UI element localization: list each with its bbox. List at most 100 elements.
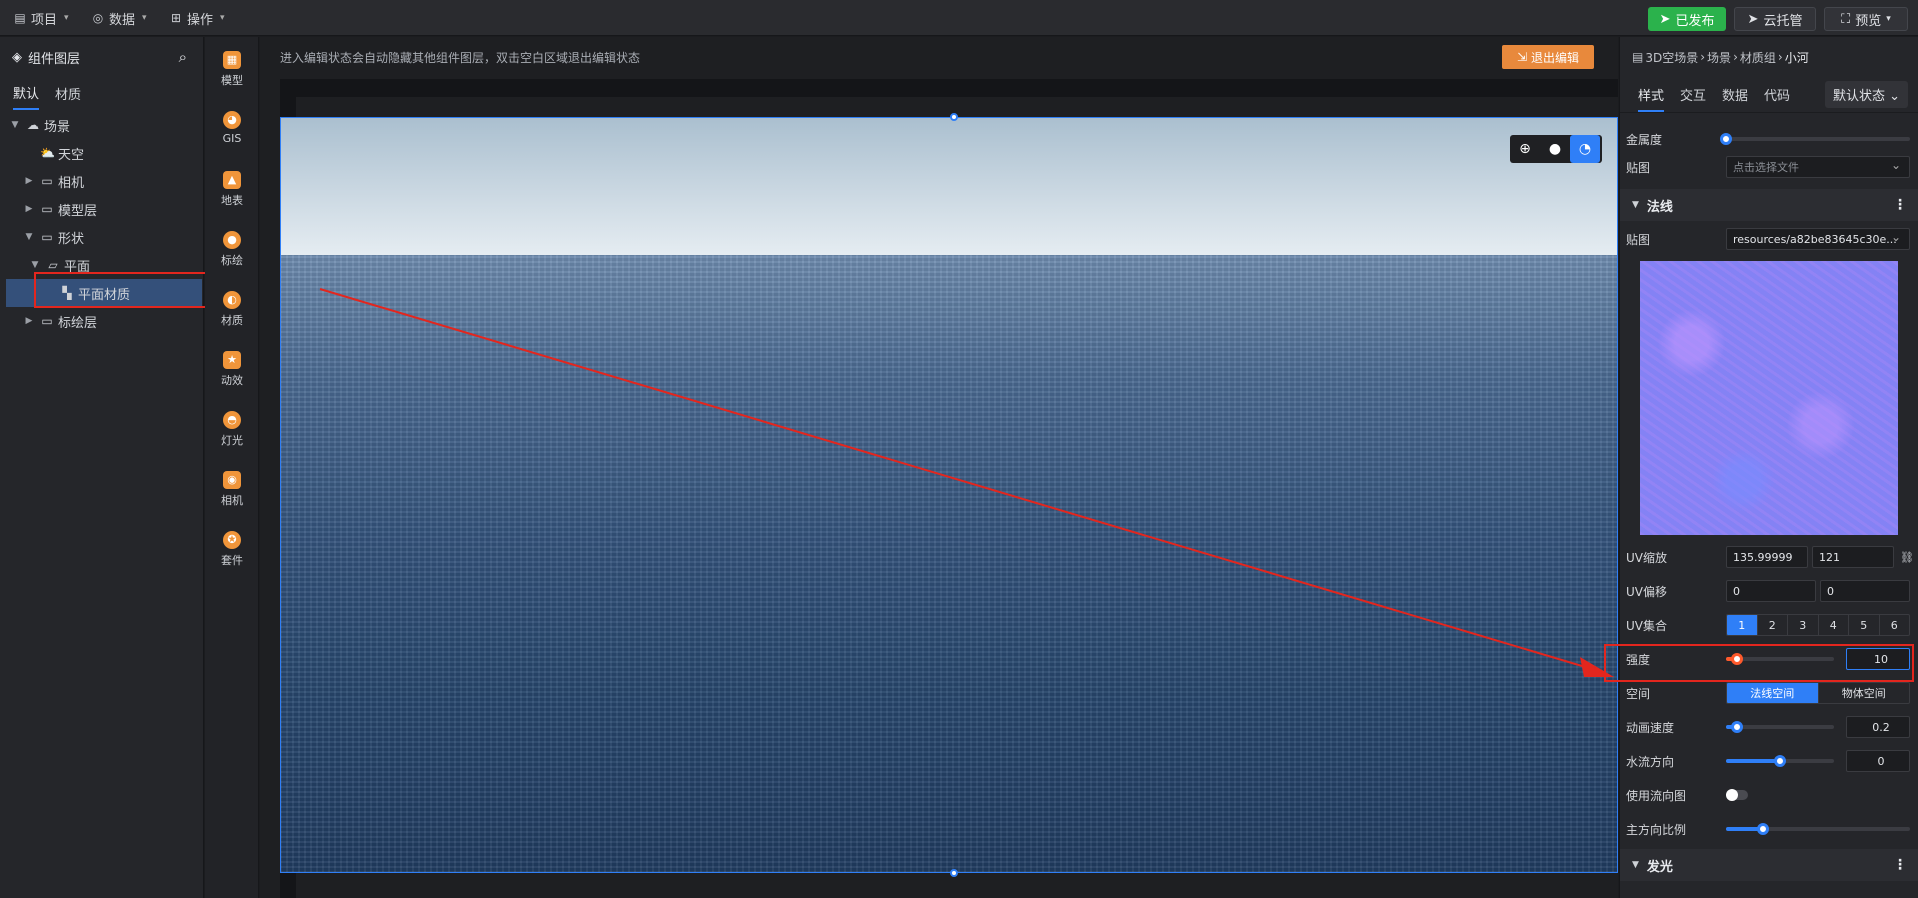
tool-terrain[interactable]: ▲ 地表: [205, 171, 259, 208]
tool-model[interactable]: ▦ 模型: [205, 51, 259, 88]
uv-offset-row: UV偏移 0 0: [1620, 577, 1918, 605]
normal-texture-row: 贴图 resources/a82be83645c30e...: [1620, 225, 1918, 253]
anim-speed-row: 动画速度 0.2: [1620, 713, 1918, 741]
more-icon[interactable]: ⋮: [1893, 197, 1907, 213]
tab-style[interactable]: 样式: [1638, 85, 1665, 112]
tree-item-camera[interactable]: ▶ ▭ 相机: [0, 167, 203, 195]
published-button[interactable]: ➤ 已发布: [1648, 7, 1726, 31]
normal-space-option[interactable]: 法线空间: [1727, 683, 1819, 703]
inspector-tabs: 样式 交互 数据 代码 默认状态 ⌄: [1620, 77, 1918, 113]
checker-icon: ▚: [62, 286, 72, 300]
tool-camera[interactable]: ◉ 相机: [205, 471, 259, 508]
flow-direction-slider[interactable]: [1726, 755, 1834, 767]
tree-item-plane-material[interactable]: ▚ 平面材质: [6, 279, 202, 307]
globe-icon[interactable]: ⊕: [1510, 135, 1540, 163]
resize-handle-bottom[interactable]: [950, 869, 958, 877]
main-ratio-row: 主方向比例: [1620, 815, 1918, 843]
caret-down-icon[interactable]: ▼: [10, 120, 20, 130]
tool-plot[interactable]: ● 标绘: [205, 231, 259, 268]
caret-right-icon[interactable]: ▶: [24, 176, 34, 186]
sun-cloud-icon: ⛅: [40, 146, 55, 160]
tool-kit[interactable]: ✪ 套件: [205, 531, 259, 568]
metalness-slider[interactable]: [1720, 133, 1910, 145]
kit-icon: ✪: [223, 531, 241, 549]
tool-column: ▦ 模型 ◕ GIS ▲ 地表 ● 标绘 ◐ 材质 ★ 动效 ◓ 灯光 ◉ 相机 ✪ 套件: [205, 37, 259, 898]
texture-select[interactable]: 点击选择文件: [1726, 156, 1910, 178]
tool-light[interactable]: ◓ 灯光: [205, 411, 259, 448]
uv-set-option[interactable]: 3: [1788, 615, 1819, 635]
caret-down-icon[interactable]: ▼: [30, 260, 40, 270]
flow-direction-row: 水流方向 0: [1620, 747, 1918, 775]
file-icon: ▤: [14, 11, 26, 25]
terrain-icon: ▲: [223, 171, 241, 189]
tool-gis[interactable]: ◕ GIS: [205, 111, 259, 145]
preview-button[interactable]: ⛶ 预览 ▾: [1824, 7, 1908, 31]
strength-input[interactable]: 10: [1846, 648, 1910, 670]
tab-interaction[interactable]: 交互: [1680, 85, 1706, 104]
cloud-hosting-button[interactable]: ➤ 云托管: [1734, 7, 1816, 31]
tree-item-shape[interactable]: ▼ ▭ 形状: [0, 223, 203, 251]
layer-panel-header: ◈ 组件图层 ⌕: [0, 37, 203, 77]
layers-icon: ◈: [12, 49, 22, 65]
flow-direction-input[interactable]: 0: [1846, 750, 1910, 772]
resize-handle-top[interactable]: [950, 113, 958, 121]
chevron-down-icon: ▾: [1886, 14, 1891, 24]
uv-scale-y-input[interactable]: 121: [1812, 546, 1894, 568]
strength-row: 强度 10: [1620, 645, 1918, 673]
uv-set-option[interactable]: 2: [1758, 615, 1788, 635]
search-icon[interactable]: ⌕: [179, 48, 187, 66]
menu-data[interactable]: ◎ 数据 ▾: [92, 8, 147, 28]
tree-item-model-layer[interactable]: ▶ ▭ 模型层: [0, 195, 203, 223]
caret-down-icon[interactable]: ▼: [24, 232, 34, 242]
menu-operation[interactable]: ⊞ 操作 ▾: [170, 8, 225, 28]
use-flowmap-row: 使用流向图: [1620, 781, 1918, 809]
link-icon[interactable]: ⛓: [1900, 551, 1914, 564]
uv-offset-y-input[interactable]: 0: [1820, 580, 1910, 602]
more-icon[interactable]: ⋮: [1893, 857, 1907, 873]
3d-viewport[interactable]: [280, 117, 1618, 873]
caret-right-icon[interactable]: ▶: [24, 316, 34, 326]
tree-item-sky[interactable]: ⛅ 天空: [0, 139, 203, 167]
anim-speed-slider[interactable]: [1726, 721, 1834, 733]
caret-right-icon[interactable]: ▶: [24, 204, 34, 214]
folder-icon: ▭: [41, 230, 53, 244]
tree-item-scene[interactable]: ▼ ☁ 场景: [0, 111, 203, 139]
uv-set-option[interactable]: 1: [1727, 615, 1758, 635]
metalness-row: 金属度: [1620, 125, 1918, 153]
canvas-area[interactable]: 进入编辑状态会自动隐藏其他组件图层，双击空白区域退出编辑状态 ⇲ 退出编辑 ⊕ …: [260, 37, 1618, 898]
pin-icon: ●: [223, 231, 241, 249]
menu-project[interactable]: ▤ 项目 ▾: [14, 8, 68, 28]
uv-set-option[interactable]: 4: [1819, 615, 1849, 635]
edit-hint: 进入编辑状态会自动隐藏其他组件图层，双击空白区域退出编辑状态: [280, 51, 641, 65]
object-space-option[interactable]: 物体空间: [1819, 683, 1910, 703]
exit-icon: ⇲: [1516, 50, 1528, 64]
exit-edit-button[interactable]: ⇲ 退出编辑: [1502, 45, 1594, 69]
uv-offset-x-input[interactable]: 0: [1726, 580, 1816, 602]
anim-speed-input[interactable]: 0.2: [1846, 716, 1910, 738]
uv-set-option[interactable]: 5: [1849, 615, 1880, 635]
main-ratio-slider[interactable]: [1726, 823, 1910, 835]
rotate-icon[interactable]: ◔: [1570, 135, 1600, 163]
use-flowmap-toggle[interactable]: [1726, 789, 1748, 801]
state-select[interactable]: 默认状态 ⌄: [1824, 81, 1908, 108]
uv-scale-x-input[interactable]: 135.99999: [1726, 546, 1808, 568]
tab-data[interactable]: 数据: [1722, 85, 1748, 104]
tab-default[interactable]: 默认: [13, 77, 40, 110]
chevron-down-icon: ▾: [142, 13, 147, 23]
uv-set-option[interactable]: 6: [1880, 615, 1910, 635]
tree-item-plot-layer[interactable]: ▶ ▭ 标绘层: [0, 307, 203, 335]
inspector-panel: ▤ 3D空场景 › 场景 › 材质组 › 小河 样式 交互 数据 代码 默认状态 ⌄ …: [1604, 37, 1918, 898]
tool-material[interactable]: ◐ 材质: [205, 291, 259, 328]
layer-tabs: 默认 材质: [0, 77, 203, 110]
tool-effect[interactable]: ★ 动效: [205, 351, 259, 388]
normal-section-header[interactable]: ▼ 法线 ⋮: [1620, 189, 1918, 221]
sphere-icon[interactable]: ●: [1540, 135, 1570, 163]
normal-texture-select[interactable]: resources/a82be83645c30e...: [1726, 228, 1910, 250]
strength-slider[interactable]: [1726, 653, 1834, 665]
gis-icon: ◕: [223, 111, 241, 129]
space-toggle-group: 法线空间 物体空间: [1726, 682, 1910, 704]
glow-section-header[interactable]: ▼ 发光 ⋮: [1620, 849, 1918, 881]
tab-material[interactable]: 材质: [55, 78, 81, 109]
tree-item-plane[interactable]: ▼ ▱ 平面: [0, 251, 203, 279]
tab-code[interactable]: 代码: [1764, 85, 1790, 104]
